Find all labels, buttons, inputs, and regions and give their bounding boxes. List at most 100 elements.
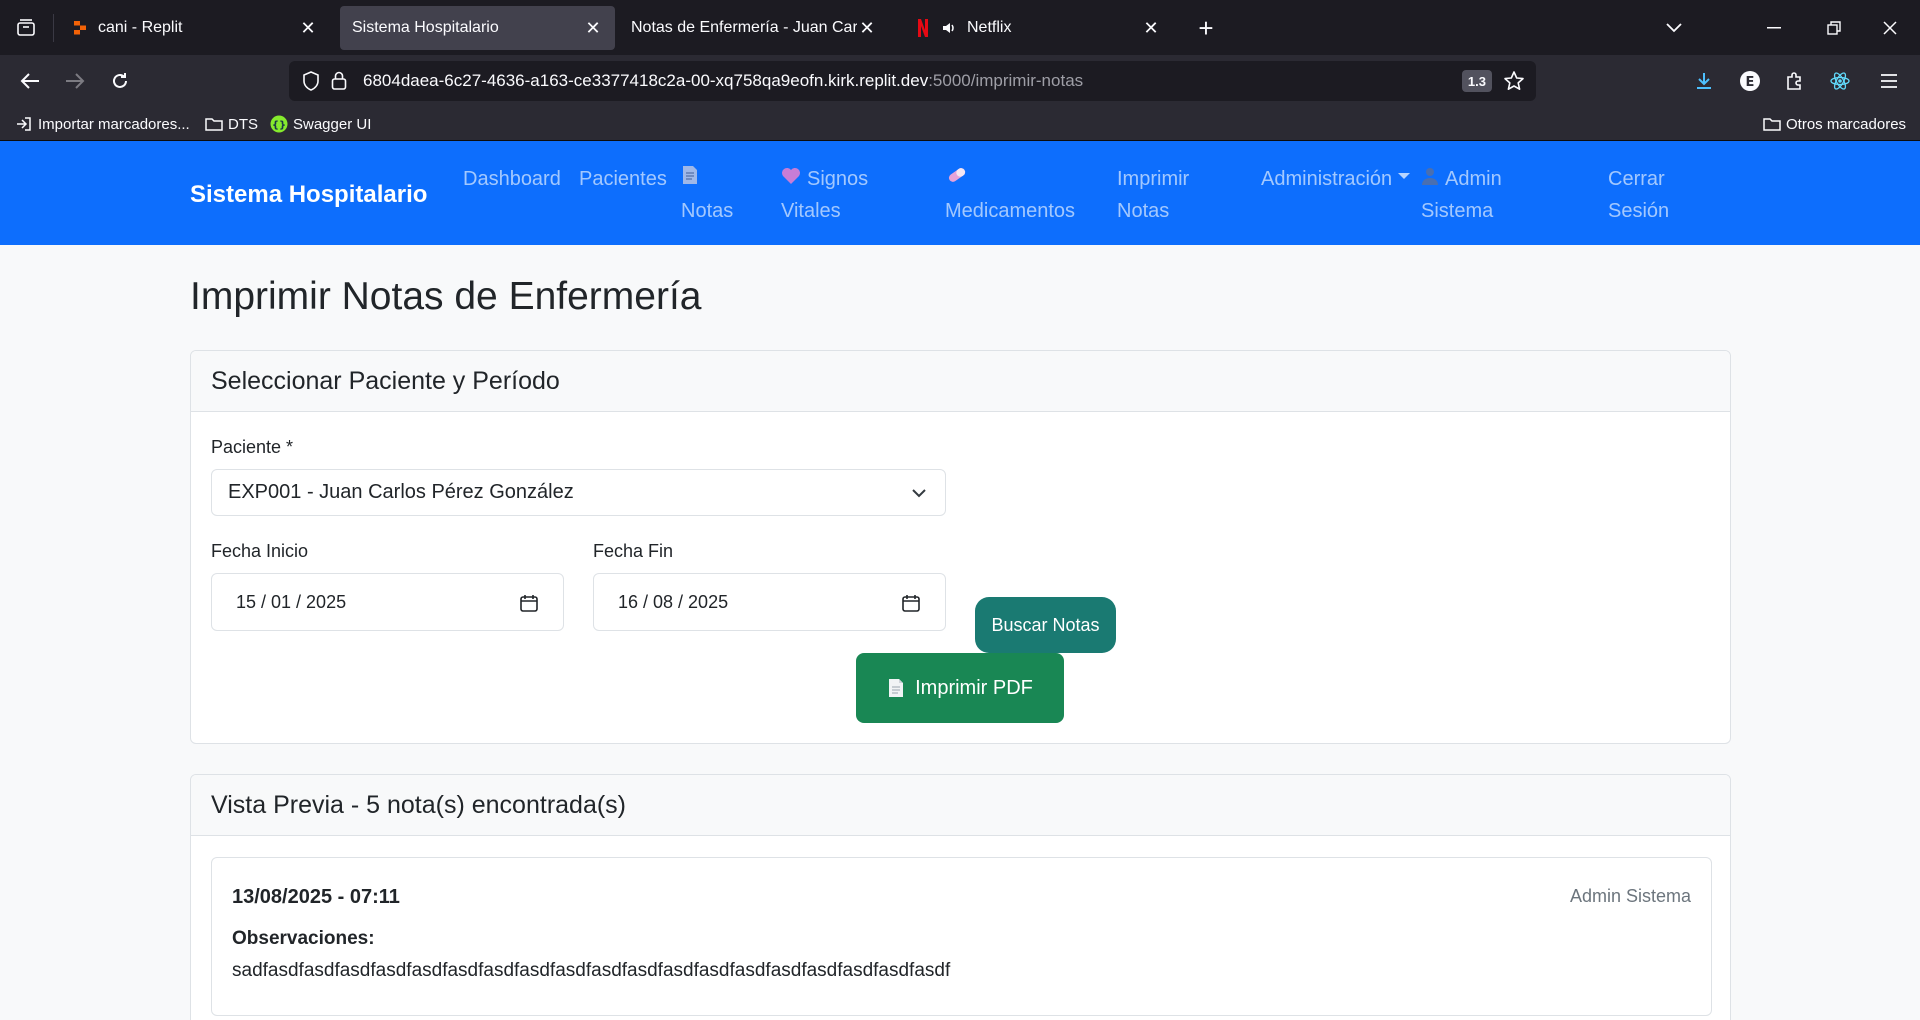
note-observations-label: Observaciones: [232, 928, 375, 949]
back-icon[interactable] [13, 65, 47, 97]
tab-notas-enfermeria[interactable]: Notas de Enfermería - Juan Carlos Pérez … [619, 6, 889, 50]
restore-icon[interactable] [1818, 12, 1850, 44]
app-navbar: Sistema Hospitalario Dashboard Pacientes… [0, 141, 1920, 245]
browser-toolbar: 6804daea-6c27-4636-a163-ce3377418c2a-00-… [0, 55, 1920, 107]
close-tab-icon[interactable]: ✕ [298, 18, 318, 38]
memo-icon [681, 163, 733, 195]
tab-title: Netflix [967, 19, 1012, 36]
bookmark-label: Swagger UI [293, 115, 372, 133]
calendar-icon[interactable] [901, 593, 921, 613]
print-pdf-label: Imprimir PDF [915, 676, 1033, 699]
speaker-icon[interactable] [941, 20, 957, 36]
tab-netflix[interactable]: Netflix ✕ [903, 6, 1173, 50]
nav-signos-label: Signos [807, 168, 869, 190]
react-devtools-icon[interactable] [1825, 66, 1855, 96]
zoom-badge[interactable]: 1.3 [1461, 70, 1492, 92]
heart-icon [781, 168, 801, 189]
card-header: Vista Previa - 5 nota(s) encontrada(s) [191, 775, 1730, 836]
menu-icon[interactable] [1874, 66, 1904, 96]
chevron-down-icon[interactable] [1658, 12, 1690, 44]
start-date-value: 15 / 01 / 2025 [236, 591, 347, 612]
url-host: 6804daea-6c27-4636-a163-ce3377418c2a-00-… [363, 71, 929, 90]
url-path: :5000/imprimir-notas [928, 71, 1084, 90]
bookmark-swagger[interactable]: {} Swagger UI [270, 112, 371, 136]
nav-medicamentos[interactable]: Medicamentos [945, 163, 1075, 227]
nav-sesion-label: Sesión [1608, 200, 1670, 222]
nav-notas-label: Notas [681, 200, 734, 222]
svg-text:E: E [1746, 75, 1755, 90]
extension-e-icon[interactable]: E [1735, 66, 1765, 96]
tab-sistema-hospitalario[interactable]: Sistema Hospitalario ✕ [340, 6, 615, 50]
tab-separator [53, 14, 54, 42]
bookmark-dts[interactable]: DTS [205, 112, 258, 136]
start-date-label: Fecha Inicio [211, 541, 309, 561]
nav-cerrar-label: Cerrar [1608, 168, 1665, 190]
bookmark-importar[interactable]: Importar marcadores... [15, 112, 190, 136]
nav-notas[interactable]: Notas [681, 163, 733, 227]
note-datetime: 13/08/2025 - 07:11 [232, 886, 400, 908]
nav-admin-sistema[interactable]: Admin Sistema [1421, 163, 1502, 227]
url-bar[interactable]: 6804daea-6c27-4636-a163-ce3377418c2a-00-… [289, 61, 1536, 101]
close-window-icon[interactable] [1874, 12, 1906, 44]
nav-dashboard[interactable]: Dashboard [463, 163, 561, 195]
forward-icon[interactable] [58, 65, 92, 97]
search-notes-button[interactable]: Buscar Notas [975, 597, 1116, 653]
bookmark-otros[interactable]: Otros marcadores [1763, 112, 1906, 136]
reload-icon[interactable] [103, 65, 137, 97]
download-icon[interactable] [1689, 66, 1719, 96]
nav-imprimir-label: Imprimir [1117, 168, 1190, 190]
nav-administracion-label: Administración [1261, 168, 1393, 190]
patient-select-value: EXP001 - Juan Carlos Pérez González [228, 481, 574, 503]
star-icon[interactable] [1502, 69, 1526, 93]
tab-replit[interactable]: cani - Replit ✕ [60, 6, 330, 50]
nav-admin-label: Admin [1445, 168, 1502, 190]
caret-down-icon [1398, 172, 1411, 179]
select-patient-card: Seleccionar Paciente y Período Paciente … [190, 350, 1731, 744]
patient-select[interactable]: EXP001 - Juan Carlos Pérez González [211, 469, 946, 516]
page-title: Imprimir Notas de Enfermería [190, 275, 702, 318]
close-tab-icon[interactable]: ✕ [857, 18, 877, 38]
tab-list-icon[interactable] [10, 12, 42, 44]
close-tab-icon[interactable]: ✕ [583, 18, 603, 38]
card-header: Seleccionar Paciente y Período [191, 351, 1730, 412]
print-pdf-button[interactable]: Imprimir PDF [856, 653, 1064, 723]
extensions-puzzle-icon[interactable] [1780, 66, 1810, 96]
replit-icon [72, 20, 88, 36]
user-icon [1421, 168, 1439, 189]
preview-card: Vista Previa - 5 nota(s) encontrada(s) 1… [190, 774, 1731, 1020]
lock-icon[interactable] [329, 71, 349, 91]
end-date-input[interactable]: 16 / 08 / 2025 [593, 573, 946, 631]
close-tab-icon[interactable]: ✕ [1141, 18, 1161, 38]
new-tab-icon[interactable]: + [1192, 13, 1220, 43]
calendar-icon[interactable] [519, 593, 539, 613]
tab-title: Sistema Hospitalario [352, 19, 499, 36]
minimize-icon[interactable] [1758, 12, 1790, 44]
nav-administracion-dropdown[interactable]: Administración [1261, 163, 1411, 195]
nav-imprimir-notas[interactable]: Imprimir Notas [1117, 163, 1189, 227]
note-item: 13/08/2025 - 07:11 Admin Sistema Observa… [211, 857, 1712, 1016]
end-date-label: Fecha Fin [593, 541, 674, 561]
url-text[interactable]: 6804daea-6c27-4636-a163-ce3377418c2a-00-… [363, 71, 1083, 91]
import-icon [15, 115, 33, 133]
document-icon [887, 678, 905, 698]
brand-link[interactable]: Sistema Hospitalario [190, 181, 427, 209]
bookmark-label: DTS [228, 115, 258, 133]
start-date-input[interactable]: 15 / 01 / 2025 [211, 573, 564, 631]
bookmark-label: Importar marcadores... [38, 115, 190, 133]
nav-sistema-label: Sistema [1421, 200, 1494, 222]
note-observations-text: sadfasdfasdfasdfasdfasdfasdfasdfasdfasdf… [232, 960, 951, 981]
nav-vitales-label: Vitales [781, 200, 841, 222]
bookmarks-bar: Importar marcadores... DTS {} Swagger UI… [0, 107, 1920, 141]
nav-signos-vitales[interactable]: Signos Vitales [781, 163, 868, 227]
folder-icon [205, 115, 223, 133]
folder-icon [1763, 115, 1781, 133]
nav-pacientes[interactable]: Pacientes [579, 163, 667, 195]
shield-icon[interactable] [301, 71, 321, 91]
nav-cerrar-sesion[interactable]: Cerrar Sesión [1608, 163, 1669, 227]
svg-text:{}: {} [272, 120, 286, 131]
tab-title: Notas de Enfermería - Juan Carlos Pérez [631, 19, 857, 36]
bookmark-label: Otros marcadores [1786, 115, 1907, 133]
note-author: Admin Sistema [1569, 886, 1691, 906]
nav-medicamentos-label: Medicamentos [945, 200, 1076, 222]
patient-label: Paciente * [211, 437, 294, 457]
